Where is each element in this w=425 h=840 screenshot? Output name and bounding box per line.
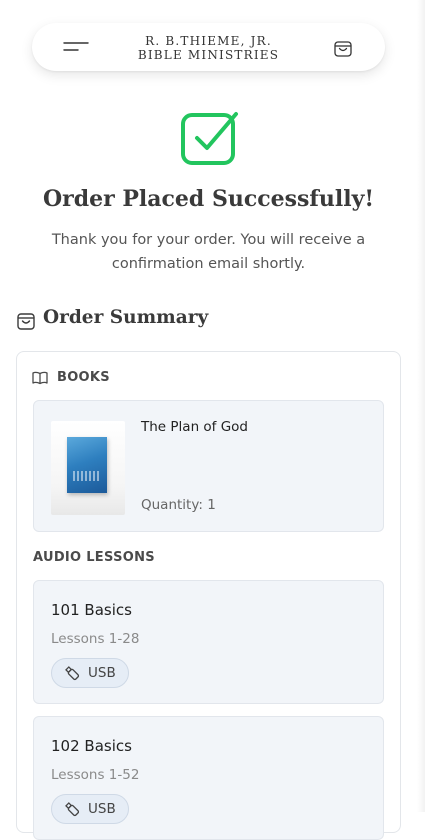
shopping-bag-icon [334, 41, 352, 57]
confirmation-message: Thank you for your order. You will recei… [51, 232, 366, 272]
lesson-name: 102 Basics [51, 737, 132, 755]
format-badge: USB [51, 794, 129, 824]
book-quantity: Quantity: 1 [141, 497, 216, 513]
order-summary-title: Order Summary [43, 307, 209, 328]
scroll-edge-shadow [417, 0, 425, 812]
usb-drive-icon [65, 666, 80, 681]
audio-lessons-section-label: AUDIO LESSONS [33, 550, 155, 565]
book-title: The Plan of God [141, 419, 249, 435]
format-label: USB [88, 665, 116, 681]
book-cover-image [51, 421, 125, 515]
open-book-icon [32, 371, 48, 385]
audio-lesson-card[interactable]: 102 Basics Lessons 1-52 USB [33, 716, 384, 840]
check-square-icon [181, 112, 238, 165]
shopping-bag-icon [17, 313, 35, 330]
lesson-range: Lessons 1-52 [51, 767, 140, 783]
format-label: USB [88, 801, 116, 817]
book-item-card[interactable]: The Plan of God Quantity: 1 [33, 400, 384, 532]
format-badge: USB [51, 658, 129, 688]
top-header-bar: R. B.THIEME, JR. BIBLE MINISTRIES [32, 23, 385, 71]
cart-button[interactable] [332, 37, 354, 59]
book-cover-art [67, 437, 107, 493]
confirmation-title: Order Placed Successfully! [42, 186, 375, 212]
audio-lesson-card[interactable]: 101 Basics Lessons 1-28 USB [33, 580, 384, 704]
lesson-name: 101 Basics [51, 601, 132, 619]
lesson-range: Lessons 1-28 [51, 631, 140, 647]
usb-drive-icon [65, 802, 80, 817]
books-section-label: BOOKS [57, 370, 110, 385]
